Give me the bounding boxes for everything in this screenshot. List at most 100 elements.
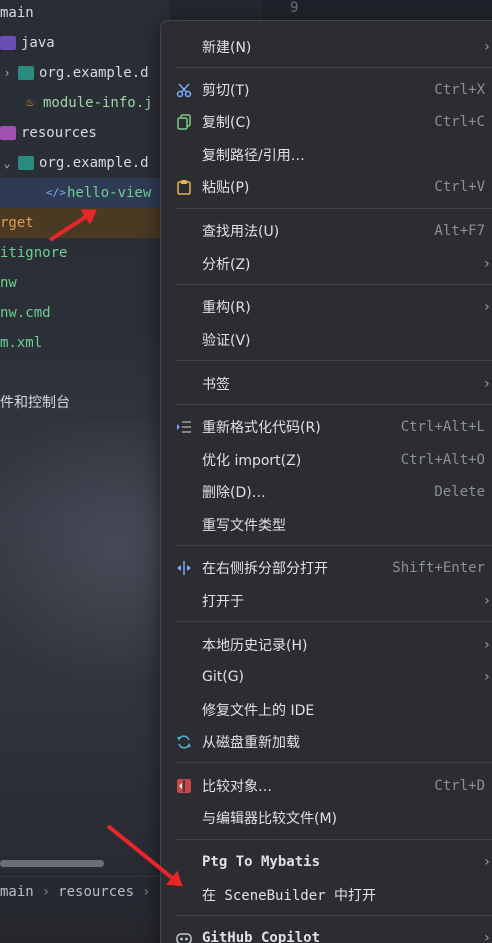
menu-item-github-copilot[interactable]: GitHub Copilot ›: [161, 923, 492, 943]
menu-item-label: 打开于: [202, 594, 244, 610]
menu-item-label: GitHub Copilot: [202, 930, 321, 943]
menu-item-label: 新建(N): [202, 40, 252, 56]
tree-item-label: resources: [21, 125, 97, 141]
menu-item-local-history[interactable]: 本地历史记录(H) ›: [161, 630, 492, 660]
shortcut-label: Ctrl+V: [434, 179, 485, 195]
menu-item-validate[interactable]: 验证(V): [161, 325, 492, 355]
breadcrumb-separator-icon: ›: [142, 884, 151, 900]
shortcut-label: Alt+F7: [434, 223, 485, 239]
menu-item-reformat[interactable]: 重新格式化代码(R) Ctrl+Alt+L: [161, 412, 492, 442]
menu-item-git[interactable]: Git(G) ›: [161, 662, 492, 692]
tree-item-main[interactable]: main: [0, 0, 34, 28]
menu-item-copy[interactable]: 复制(C) Ctrl+C: [161, 107, 492, 137]
menu-item-label: 剪切(T): [202, 83, 250, 99]
submenu-arrow-icon: ›: [482, 930, 491, 943]
menu-item-delete[interactable]: 删除(D)… Delete: [161, 477, 492, 507]
menu-item-copy-path[interactable]: 复制路径/引用…: [161, 140, 492, 170]
menu-item-open-in[interactable]: 打开于 ›: [161, 586, 492, 616]
package-icon: [18, 66, 34, 80]
tree-item-label: itignore: [0, 245, 68, 261]
menu-item-label: 与编辑器比较文件(M): [202, 811, 338, 827]
menu-item-find-usages[interactable]: 查找用法(U) Alt+F7: [161, 216, 492, 246]
shortcut-label: Delete: [434, 484, 485, 500]
compare-icon: [176, 778, 192, 794]
tree-item-mvnw-cmd[interactable]: nw.cmd: [0, 298, 51, 328]
menu-item-label: 在右侧拆分部分打开: [202, 561, 328, 577]
shortcut-label: Shift+Enter: [392, 560, 485, 576]
tree-item-module-info[interactable]: ♨ module-info.j: [22, 88, 153, 118]
tree-item-java[interactable]: java: [0, 28, 55, 58]
menu-item-label: 书签: [202, 377, 230, 393]
shortcut-label: Ctrl+Alt+O: [400, 452, 485, 468]
menu-item-bookmarks[interactable]: 书签 ›: [161, 369, 492, 399]
menu-item-label: 在 SceneBuilder 中打开: [202, 888, 377, 904]
tree-item-label: java: [21, 35, 55, 51]
menu-item-repair-ide[interactable]: 修复文件上的 IDE: [161, 695, 492, 725]
menu-separator: [175, 208, 492, 209]
tree-item-package[interactable]: › org.example.d: [0, 58, 148, 88]
clipboard-icon: [176, 179, 192, 195]
breadcrumb-item[interactable]: main: [0, 884, 34, 900]
breadcrumb-separator-icon: ›: [41, 884, 51, 900]
tree-item-label: org.example.d: [39, 155, 149, 171]
tree-item-label: nw: [0, 275, 17, 291]
menu-item-paste[interactable]: 粘贴(P) Ctrl+V: [161, 172, 492, 202]
menu-separator: [175, 762, 492, 763]
menu-item-label: 修复文件上的 IDE: [202, 703, 315, 719]
tree-item-label: rget: [0, 215, 34, 231]
package-icon: [18, 156, 34, 170]
menu-item-compare-with-editor[interactable]: 与编辑器比较文件(M): [161, 803, 492, 833]
format-icon: [176, 419, 192, 435]
context-menu: 新建(N) › 剪切(T) Ctrl+X 复制(C) Ctrl+C 复制路径/引…: [160, 20, 492, 943]
menu-separator: [175, 360, 492, 361]
tree-item-package-resources[interactable]: ⌄ org.example.d: [0, 148, 149, 178]
tree-item-gitignore[interactable]: itignore: [0, 238, 67, 268]
copy-icon: [176, 114, 192, 130]
submenu-arrow-icon: ›: [482, 637, 491, 653]
refresh-icon: [176, 734, 192, 750]
menu-item-label: 本地历史记录(H): [202, 638, 308, 654]
menu-separator: [175, 839, 492, 840]
tree-item-label: main: [0, 5, 34, 21]
java-file-icon: ♨: [26, 95, 34, 110]
submenu-arrow-icon: ›: [482, 376, 491, 392]
tree-item-pom[interactable]: m.xml: [0, 328, 42, 358]
menu-item-compare-with[interactable]: 比较对象… Ctrl+D: [161, 771, 492, 801]
submenu-arrow-icon: ›: [482, 39, 491, 55]
menu-item-label: 复制路径/引用…: [202, 148, 305, 164]
menu-item-label: 复制(C): [202, 115, 251, 131]
menu-item-open-in-scenebuilder[interactable]: 在 SceneBuilder 中打开: [161, 880, 492, 910]
menu-item-cut[interactable]: 剪切(T) Ctrl+X: [161, 75, 492, 105]
tree-item-scratches[interactable]: 件和控制台: [0, 388, 70, 418]
menu-item-new[interactable]: 新建(N) ›: [161, 32, 492, 62]
menu-item-refactor[interactable]: 重构(R) ›: [161, 292, 492, 322]
line-number: 9: [290, 0, 299, 16]
tree-item-mvnw[interactable]: nw: [0, 268, 17, 298]
breadcrumb-item[interactable]: resources: [58, 884, 134, 900]
menu-item-label: 优化 import(Z): [202, 453, 302, 469]
menu-item-override-file-type[interactable]: 重写文件类型: [161, 510, 492, 540]
menu-item-label: 从磁盘重新加载: [202, 735, 300, 751]
submenu-arrow-icon: ›: [482, 593, 491, 609]
menu-item-label: 重新格式化代码(R): [202, 420, 321, 436]
chevron-down-icon[interactable]: ⌄: [0, 148, 14, 178]
menu-item-open-split-right[interactable]: 在右侧拆分部分打开 Shift+Enter: [161, 553, 492, 583]
menu-item-label: 粘贴(P): [202, 180, 250, 196]
menu-item-reload-from-disk[interactable]: 从磁盘重新加载: [161, 727, 492, 757]
chevron-right-icon[interactable]: ›: [0, 58, 14, 88]
shortcut-label: Ctrl+X: [434, 82, 485, 98]
submenu-arrow-icon: ›: [482, 256, 491, 272]
menu-item-optimize-imports[interactable]: 优化 import(Z) Ctrl+Alt+O: [161, 445, 492, 475]
menu-item-ptg-to-mybatis[interactable]: Ptg To Mybatis ›: [161, 847, 492, 877]
horizontal-scrollbar[interactable]: [0, 860, 104, 867]
tree-item-resources[interactable]: resources: [0, 118, 97, 148]
menu-item-label: 重写文件类型: [202, 518, 286, 534]
menu-separator: [175, 545, 492, 546]
menu-item-label: 比较对象…: [202, 779, 272, 795]
submenu-arrow-icon: ›: [482, 854, 491, 870]
tree-item-hello-view[interactable]: </> hello-view: [0, 178, 170, 208]
tree-item-label: nw.cmd: [0, 305, 51, 321]
menu-item-analyze[interactable]: 分析(Z) ›: [161, 249, 492, 279]
menu-item-label: 验证(V): [202, 333, 251, 349]
tree-item-label: 件和控制台: [0, 395, 70, 411]
